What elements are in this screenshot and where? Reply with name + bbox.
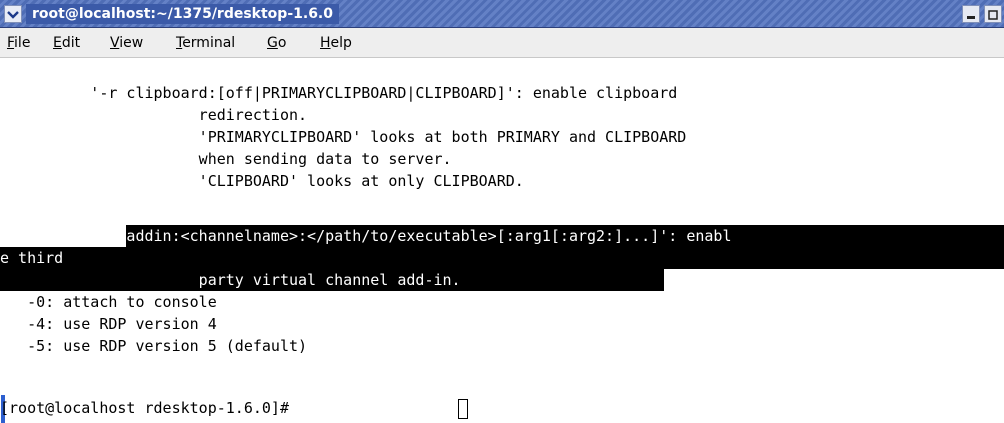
terminal-line: '-r clipboard:[off|PRIMARYCLIPBOARD|CLIP… — [0, 84, 678, 102]
title-bar[interactable]: root@localhost:~/1375/rdesktop-1.6.0 — [0, 0, 1004, 28]
window-title: root@localhost:~/1375/rdesktop-1.6.0 — [26, 4, 339, 24]
menu-file[interactable]: File — [7, 35, 30, 51]
terminal-line: -5: use RDP version 5 (default) — [0, 337, 308, 355]
menu-view[interactable]: View — [110, 35, 143, 51]
terminal-line: 'CLIPBOARD' looks at only CLIPBOARD. — [0, 172, 524, 190]
terminal-line-selected: '-r addin:<channelname>:</path/to/execut… — [0, 227, 732, 245]
shell-prompt: [root@localhost rdesktop-1.6.0]# — [0, 399, 299, 417]
minimize-button[interactable] — [962, 5, 980, 23]
maximize-button[interactable] — [984, 5, 1002, 23]
terminal-line-selected: party virtual channel add-in. — [0, 271, 461, 289]
menu-bar: File Edit View Terminal Go Help — [0, 28, 1004, 58]
menu-terminal[interactable]: Terminal — [176, 35, 235, 51]
maximize-icon — [988, 5, 998, 24]
terminal-line: -0: attach to console — [0, 293, 217, 311]
window-menu-button[interactable] — [4, 5, 22, 23]
terminal-output[interactable]: '-r clipboard:[off|PRIMARYCLIPBOARD|CLIP… — [0, 59, 1004, 423]
terminal-line: 'PRIMARYCLIPBOARD' looks at both PRIMARY… — [0, 128, 687, 146]
terminal-line: -4: use RDP version 4 — [0, 315, 217, 333]
chevron-down-icon — [7, 5, 19, 24]
selection-highlight — [0, 247, 1004, 269]
menu-help[interactable]: Help — [320, 35, 352, 51]
terminal-line-selected: e third — [0, 249, 64, 267]
minimize-icon — [966, 5, 976, 24]
text-cursor — [458, 399, 468, 419]
terminal-line: redirection. — [0, 106, 308, 124]
menu-go[interactable]: Go — [267, 35, 286, 51]
terminal-line: when sending data to server. — [0, 150, 452, 168]
terminal-window: root@localhost:~/1375/rdesktop-1.6.0 Fil… — [0, 0, 1004, 423]
menu-edit[interactable]: Edit — [53, 35, 80, 51]
